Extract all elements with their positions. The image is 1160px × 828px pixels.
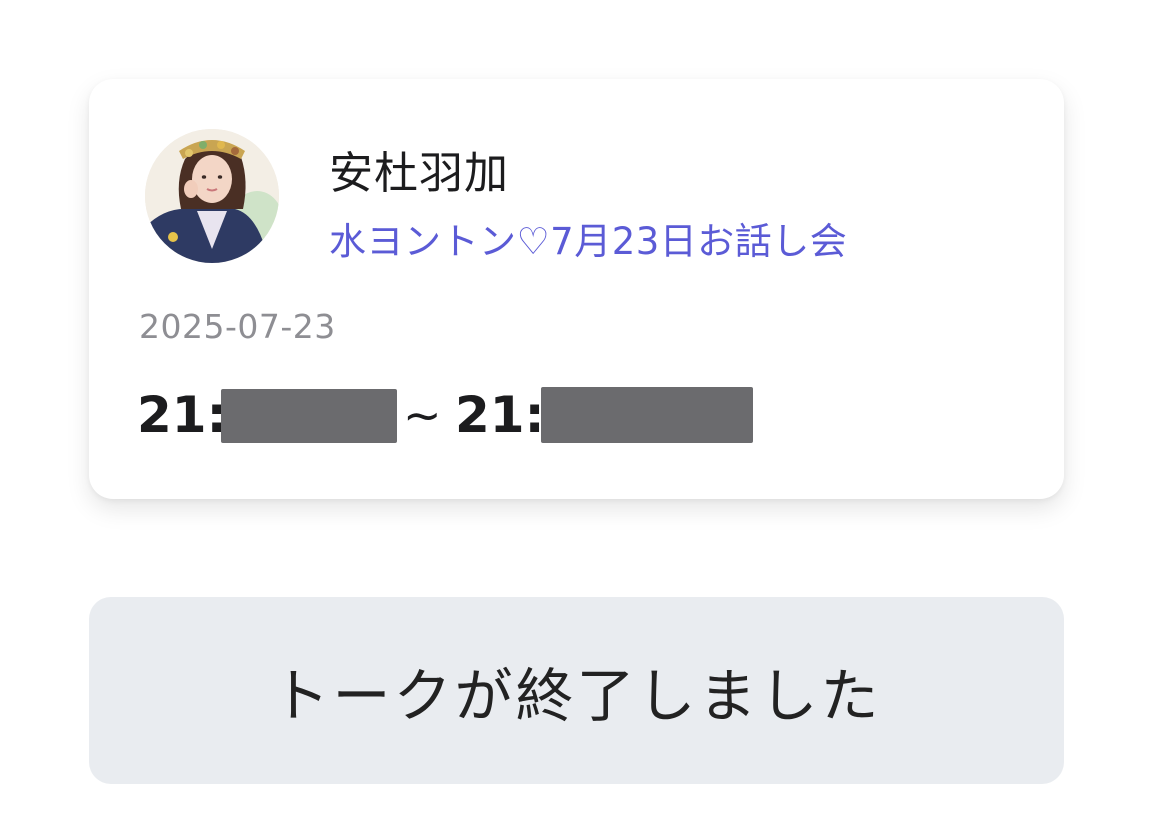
time-range: 21: ~ 21: [137,385,1037,445]
end-time: 21: [455,386,545,444]
start-time: 21: [137,386,227,444]
start-time-redaction [221,389,397,443]
talk-card: 安杜羽加 水ヨントン♡7月23日お話し会 2025-07-23 21: ~ 21… [89,79,1064,499]
member-name: 安杜羽加 [329,148,509,199]
talk-ended-banner: トークが終了しました [89,597,1064,784]
avatar [145,129,279,263]
time-separator: ~ [403,388,442,442]
end-time-redaction [541,387,753,443]
avatar-image [145,129,279,263]
event-date: 2025-07-23 [139,307,336,346]
event-title: 水ヨントン♡7月23日お話し会 [329,220,848,263]
talk-ended-label: トークが終了しました [271,661,882,730]
